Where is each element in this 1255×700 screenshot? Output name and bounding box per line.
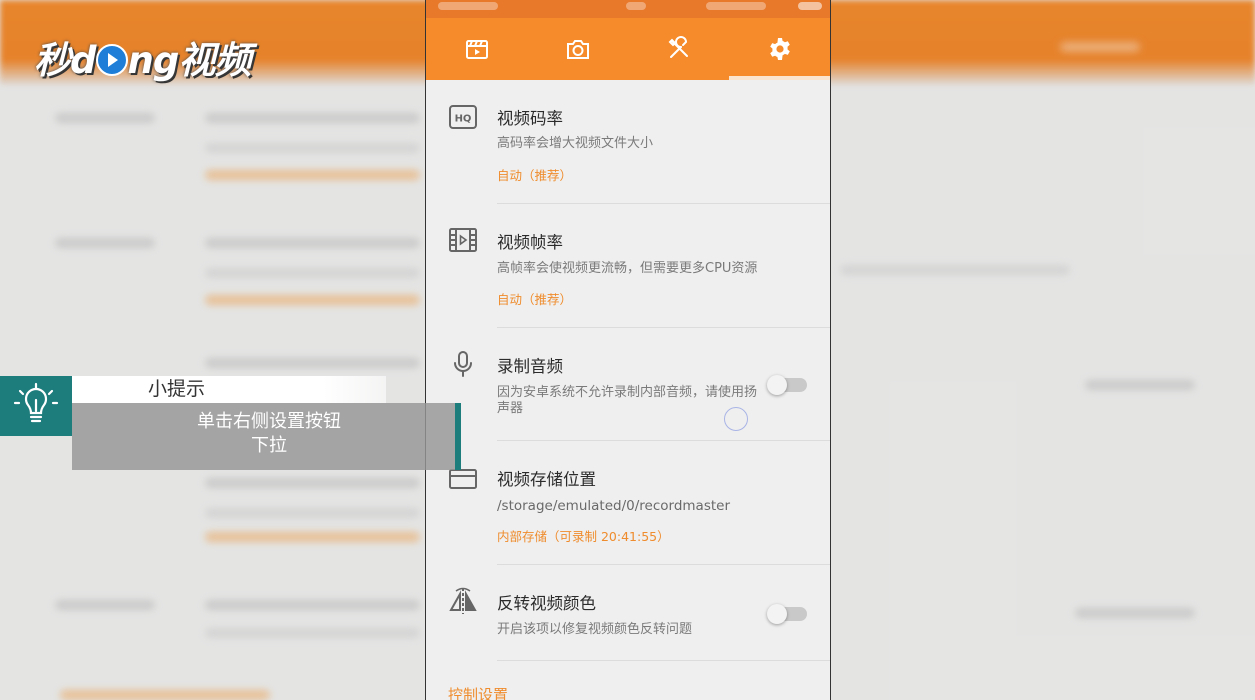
setting-title: 视频存储位置 (497, 470, 596, 489)
setting-value: 内部存储（可录制 20:41:55） (497, 529, 670, 544)
setting-title: 录制音频 (497, 357, 563, 376)
setting-title: 视频码率 (497, 109, 563, 128)
play-icon (95, 43, 128, 76)
tab-bar (426, 18, 830, 80)
gear-icon (769, 38, 790, 60)
tab-settings[interactable] (729, 18, 830, 80)
setting-invert-colors[interactable]: 反转视频颜色 开启该项以修复视频颜色反转问题 (426, 565, 830, 661)
camera-icon (566, 40, 589, 59)
divider (497, 660, 830, 661)
background-shade (0, 0, 425, 700)
setting-title: 反转视频颜色 (497, 594, 596, 613)
section-header: 控制设置 (448, 686, 509, 700)
setting-description: 因为安卓系统不允许录制内部音频，请使用扬声器 (497, 385, 758, 416)
tip-title-bar (72, 376, 386, 403)
setting-record-audio[interactable]: 录制音频 因为安卓系统不允许录制内部音频，请使用扬声器 (426, 328, 830, 441)
setting-description: 开启该项以修复视频颜色反转问题 (497, 622, 693, 637)
lightbulb-icon (13, 382, 59, 423)
logo-text: 秒d (34, 39, 96, 82)
toggle-knob (767, 375, 787, 395)
hq-icon: HQ (449, 105, 477, 129)
setting-storage-location[interactable]: 视频存储位置 /storage/emulated/0/recordmaster … (426, 441, 830, 565)
background-shade (831, 0, 1255, 700)
tip-badge (0, 376, 72, 436)
tools-icon (668, 36, 688, 58)
film-icon (449, 228, 477, 252)
tip-text: 单击右侧设置按钮 下拉 (72, 410, 466, 458)
toggle-knob (767, 604, 787, 624)
setting-description: 高帧率会使视频更流畅，但需要更多CPU资源 (497, 261, 758, 276)
tip-line: 下拉 (251, 435, 287, 456)
microphone-icon (454, 351, 472, 377)
brand-logo: 秒d ng视频 (34, 30, 252, 84)
tip-title: 小提示 (148, 378, 206, 400)
phone-screen: HQ 视频码率 高码率会增大视频文件大小 自动（推荐） 视频帧率 高帧率会使视频… (425, 0, 831, 700)
setting-value: 自动（推荐） (497, 292, 573, 307)
invert-colors-toggle[interactable] (767, 604, 807, 624)
tip-line: 单击右侧设置按钮 (197, 411, 341, 432)
tab-screenshots[interactable] (527, 18, 628, 80)
record-audio-toggle[interactable] (767, 375, 807, 395)
tab-videos[interactable] (426, 18, 527, 80)
setting-title: 视频帧率 (497, 233, 563, 252)
setting-path: /storage/emulated/0/recordmaster (497, 498, 731, 514)
video-clapper-icon (465, 40, 488, 59)
setting-video-framerate[interactable]: 视频帧率 高帧率会使视频更流畅，但需要更多CPU资源 自动（推荐） (426, 204, 830, 328)
tab-tools[interactable] (628, 18, 729, 80)
logo-text: ng视频 (127, 39, 252, 82)
svg-text:HQ: HQ (455, 114, 472, 125)
status-bar (426, 0, 830, 18)
setting-description: 高码率会增大视频文件大小 (497, 136, 654, 151)
setting-video-bitrate[interactable]: HQ 视频码率 高码率会增大视频文件大小 自动（推荐） (426, 80, 830, 204)
touch-ripple (724, 407, 748, 431)
flip-icon (449, 587, 477, 614)
setting-value: 自动（推荐） (497, 168, 573, 183)
